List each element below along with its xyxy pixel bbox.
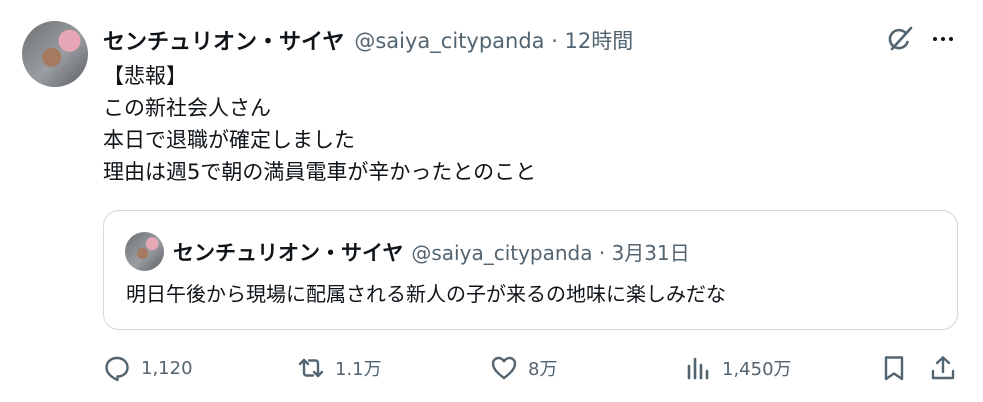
author-name[interactable]: センチュリオン・サイヤ [103, 24, 344, 56]
bookmark-button[interactable] [880, 348, 908, 388]
reply-count: 1,120 [141, 357, 193, 379]
reply-button[interactable]: 1,120 [103, 348, 193, 388]
repost-icon [298, 358, 324, 378]
quoted-author-name: センチュリオン・サイヤ [173, 240, 404, 265]
quoted-tweet[interactable]: センチュリオン・サイヤ @saiya_citypanda · 3月31日 明日午… [103, 210, 958, 330]
more-options-icon[interactable] [928, 25, 958, 53]
action-bar: 1,120 1.1万 8万 1,450万 [0, 348, 983, 388]
reply-icon [105, 356, 129, 382]
like-button[interactable]: 8万 [490, 348, 557, 388]
quoted-header: センチュリオン・サイヤ @saiya_citypanda · 3月31日 [173, 232, 690, 271]
heart-icon [491, 356, 517, 380]
tweet-text: 【悲報】 この新社会人さん 本日で退職が確定しました 理由は週5で朝の満員電車が… [103, 60, 536, 188]
author-handle-time[interactable]: @saiya_citypanda · 12時間 [354, 25, 633, 55]
share-button[interactable] [929, 348, 957, 388]
views-button[interactable]: 1,450万 [684, 348, 792, 388]
bookmark-icon [884, 356, 904, 381]
repost-button[interactable]: 1.1万 [297, 348, 382, 388]
share-icon [931, 356, 955, 380]
author-avatar[interactable] [22, 21, 88, 87]
quoted-author-avatar [125, 232, 164, 271]
tweet-line: 理由は週5で朝の満員電車が辛かったとのこと [103, 160, 537, 184]
like-count: 8万 [528, 359, 558, 380]
quoted-text: 明日午後から現場に配属される新人の子が来るの地味に楽しみだな [126, 282, 726, 306]
grok-icon[interactable] [884, 24, 914, 54]
tweet-header: センチュリオン・サイヤ @saiya_citypanda · 12時間 [103, 22, 633, 58]
repost-count: 1.1万 [335, 359, 382, 380]
views-count: 1,450万 [722, 359, 792, 380]
tweet-line: 本日で退職が確定しました [103, 128, 355, 152]
tweet-line: この新社会人さん [103, 96, 271, 120]
quoted-handle-date: @saiya_citypanda · 3月31日 [411, 241, 690, 265]
tweet-line: 【悲報】 [103, 64, 187, 88]
views-chart-icon [687, 357, 709, 380]
